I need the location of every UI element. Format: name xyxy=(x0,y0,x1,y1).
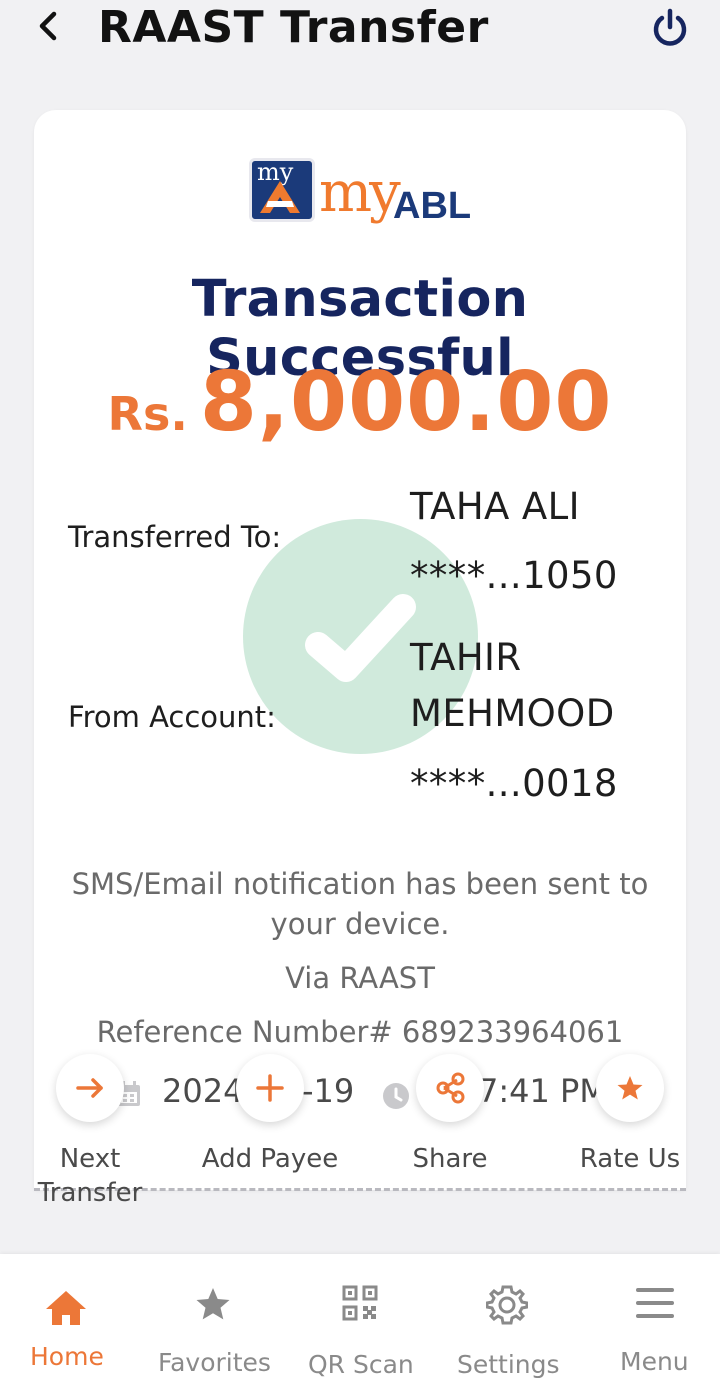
from-account-label: From Account: xyxy=(68,700,276,734)
transaction-time: 7:41 PM xyxy=(478,1072,607,1110)
next-transfer-label: Next Transfer xyxy=(37,1144,143,1208)
star-icon xyxy=(196,1288,230,1320)
notification-message: SMS/Email notification has been sent to … xyxy=(71,867,649,941)
bottom-navigation: Home Favorites QR Scan Settings Menu xyxy=(0,1254,720,1388)
power-icon xyxy=(653,8,687,46)
logo-badge: my xyxy=(249,158,315,222)
rate-us-button[interactable] xyxy=(596,1054,664,1122)
chevron-left-icon xyxy=(39,11,57,41)
home-icon xyxy=(46,1291,86,1325)
via-channel: Via RAAST xyxy=(285,961,435,995)
app-header: RAAST Transfer xyxy=(0,0,720,60)
transaction-date-part: -19 xyxy=(302,1072,355,1110)
star-icon xyxy=(617,1076,643,1100)
sender-name-line1: TAHIR xyxy=(410,636,522,679)
transaction-date-part: 2024 xyxy=(162,1072,244,1110)
nav-settings[interactable]: Settings xyxy=(450,1254,566,1388)
page-title: RAAST Transfer xyxy=(98,2,489,53)
share-icon xyxy=(436,1072,465,1104)
reference-number: Reference Number# 689233964061 xyxy=(96,1015,624,1049)
nav-favorites[interactable]: Favorites xyxy=(150,1254,276,1388)
add-payee-button[interactable] xyxy=(236,1054,304,1122)
transfer-amount: Rs. 8,000.00 xyxy=(34,355,686,450)
amount-value: 8,000.00 xyxy=(199,355,613,450)
myabl-logo: my my ABL xyxy=(247,155,487,235)
logout-button[interactable] xyxy=(648,6,692,50)
share-button[interactable] xyxy=(416,1054,484,1122)
clock-icon xyxy=(383,1083,409,1109)
next-transfer-button[interactable] xyxy=(56,1054,124,1122)
qr-code-icon xyxy=(342,1285,378,1321)
nav-home[interactable]: Home xyxy=(20,1254,116,1388)
nav-menu[interactable]: Menu xyxy=(606,1254,706,1388)
payee-name: TAHA ALI xyxy=(410,485,580,528)
back-button[interactable] xyxy=(34,6,68,46)
gear-icon xyxy=(486,1285,528,1325)
add-payee-label: Add Payee xyxy=(201,1144,339,1174)
sender-name-line2: MEHMOOD xyxy=(410,692,615,735)
hamburger-menu-icon xyxy=(636,1288,674,1318)
currency-label: Rs. xyxy=(107,387,188,441)
rate-us-label: Rate Us xyxy=(579,1144,681,1174)
arrow-right-icon xyxy=(76,1078,103,1098)
payee-account-number: ****...1050 xyxy=(410,554,618,597)
nav-qr-scan[interactable]: QR Scan xyxy=(300,1254,420,1388)
transferred-to-label: Transferred To: xyxy=(68,520,282,554)
share-label: Share xyxy=(412,1144,488,1174)
sender-account-number: ****...0018 xyxy=(410,762,618,805)
plus-icon xyxy=(256,1074,284,1102)
